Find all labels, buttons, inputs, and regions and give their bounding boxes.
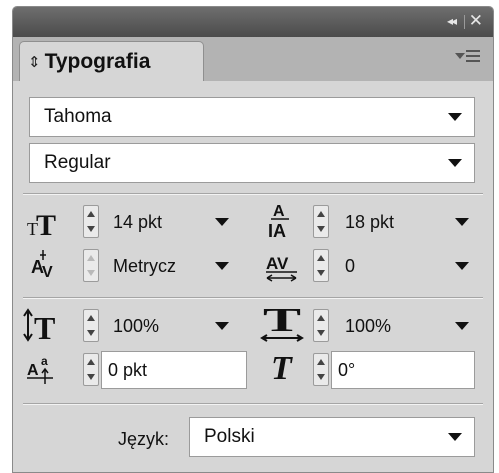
horizontal-scale-value: 100% [345,315,392,336]
skew-icon: T [267,347,303,387]
divider [23,193,483,195]
tracking-combo[interactable]: 0 [337,249,475,283]
language-dropdown[interactable]: Polski [189,417,475,457]
svg-text:a: a [41,354,48,368]
leading-combo[interactable]: 18 pkt [337,205,475,239]
baseline-shift-value: 0 pkt [108,359,148,380]
panel-menu-icon[interactable] [455,48,481,66]
font-size-stepper[interactable] [83,205,99,238]
svg-text:AV: AV [266,254,289,273]
divider [23,297,483,299]
vertical-scale-value: 100% [113,315,160,336]
expand-arrows-icon[interactable]: ⇕ [28,53,41,71]
horizontal-scale-stepper[interactable] [313,309,329,342]
vertical-scale-icon: T [23,307,63,346]
svg-text:T: T [263,305,302,339]
svg-text:V: V [42,264,53,281]
leading-value: 18 pkt [345,211,395,232]
skew-value: 0° [338,359,356,380]
font-size-value: 14 pkt [113,211,163,232]
chevron-down-icon[interactable] [215,322,229,330]
svg-text:T: T [36,209,56,241]
baseline-shift-field[interactable]: 0 pkt [101,351,247,389]
double-chevron-right-icon[interactable]: ◂◂ [447,13,457,29]
chevron-down-icon[interactable] [455,262,469,270]
svg-text:A: A [27,362,39,379]
svg-text:A: A [273,203,285,220]
font-size-combo[interactable]: 14 pkt [105,205,235,239]
leading-icon: A IA [265,199,295,241]
font-style-value: Regular [44,152,111,173]
horizontal-scale-combo[interactable]: 100% [337,309,475,343]
font-style-dropdown[interactable]: Regular [29,143,475,183]
tab-typografia[interactable]: ⇕ Typografia [19,41,204,81]
tab-strip: ⇕ Typografia [13,37,493,81]
chevron-down-icon[interactable] [448,159,462,167]
vertical-scale-combo[interactable]: 100% [105,309,235,343]
font-family-dropdown[interactable]: Tahoma [29,97,475,137]
skew-stepper[interactable] [313,353,329,386]
language-value: Polski [204,426,255,447]
chevron-down-icon[interactable] [448,433,462,441]
chevron-down-icon[interactable] [455,322,469,330]
divider [23,403,483,405]
svg-text:IA: IA [268,221,286,241]
kerning-combo[interactable]: Metrycz [105,249,235,283]
font-size-icon: T T [25,205,59,242]
chevron-down-icon[interactable] [215,262,229,270]
horizontal-scale-icon: T [259,302,305,345]
character-panel: ◂◂ ✕ ⇕ Typografia Tahoma Regular T T 14 … [12,6,494,473]
vertical-scale-stepper[interactable] [83,309,99,342]
skew-field[interactable]: 0° [331,351,475,389]
baseline-shift-icon: A a [25,351,61,385]
baseline-shift-stepper[interactable] [83,353,99,386]
kerning-icon: A V [27,247,61,281]
chevron-down-icon[interactable] [215,218,229,226]
language-label: Język: [118,429,170,449]
tracking-stepper[interactable] [313,249,329,282]
svg-text:T: T [271,350,293,387]
leading-stepper[interactable] [313,205,329,238]
titlebar-separator [464,15,465,29]
kerning-stepper[interactable] [83,249,99,282]
chevron-down-icon[interactable] [448,113,462,121]
close-icon[interactable]: ✕ [469,12,483,29]
font-family-value: Tahoma [44,106,112,127]
panel-titlebar[interactable]: ◂◂ ✕ [13,7,493,37]
tracking-value: 0 [345,255,356,276]
svg-text:T: T [34,310,55,343]
kerning-value: Metrycz [113,255,176,276]
tab-label: Typografia [44,49,151,73]
tracking-icon: AV [263,249,301,283]
chevron-down-icon[interactable] [455,218,469,226]
